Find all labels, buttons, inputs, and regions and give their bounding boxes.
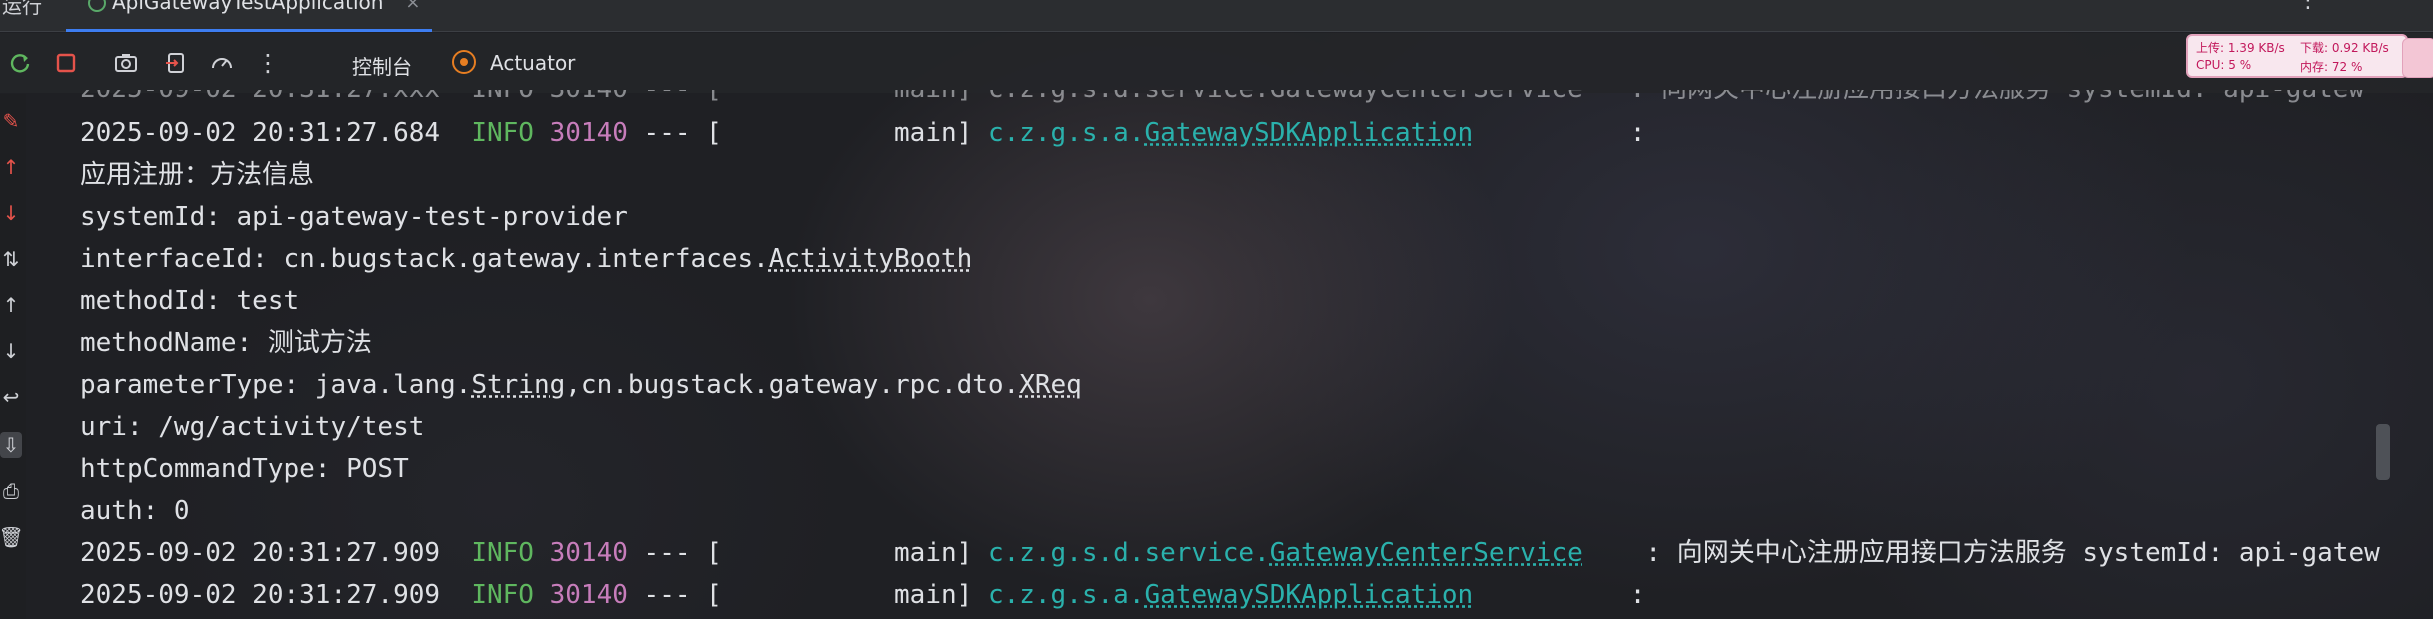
pen-icon[interactable]: ✎ [0,108,22,134]
more-options-icon[interactable]: ⋮ [2297,0,2319,13]
console-line: methodId: test [80,286,300,316]
run-tool-window-label: 运行 [2,0,42,18]
tab-api-gateway-test-application[interactable]: ApiGatewayTestApplication × [66,0,432,32]
download-speed: 下载: 0.92 KB/s [2300,41,2389,55]
print-icon[interactable]: ⎙ [0,478,22,504]
run-tab-bar: 运行 ApiGatewayTestApplication × ⋮ [0,0,2433,32]
console-line: parameterType: java.lang.String,cn.bugst… [80,370,1082,400]
tab-title: ApiGatewayTestApplication [112,0,384,14]
console-output[interactable]: 2025-09-02 20:31:27.xxx INFO 30140 --- [… [80,70,2400,619]
scroll-up-icon[interactable]: ↑ [0,292,22,318]
console-line: auth: 0 [80,496,190,526]
console-line-partial: 2025-09-02 20:31:27.xxx INFO 30140 --- [… [80,74,2365,104]
console-side-toolbar: ✎ ↑ ↓ ⇅ ↑ ↓ ↩ ⇩ ⎙ 🗑 [0,94,26,619]
widget-avatar [2402,38,2433,78]
upload-speed: 上传: 1.39 KB/s [2196,41,2285,55]
close-icon[interactable]: × [405,0,420,13]
sort-icon[interactable]: ⇅ [0,246,22,272]
console-line: 2025-09-02 20:31:27.909 INFO 30140 --- [… [80,538,2380,568]
console-line: 2025-09-02 20:31:27.684 INFO 30140 --- [… [80,118,1646,148]
console-line: interfaceId: cn.bugstack.gateway.interfa… [80,244,973,274]
scroll-down-icon[interactable]: ↓ [0,338,22,364]
console-line: httpCommandType: POST [80,454,409,484]
stop-button[interactable] [50,47,82,79]
console-line: uri: /wg/activity/test [80,412,425,442]
stop-icon [56,53,76,73]
arrow-up-icon[interactable]: ↑ [0,154,22,180]
rerun-icon [10,54,30,73]
trash-icon[interactable]: 🗑 [0,524,24,550]
console-line: 2025-09-02 20:31:27.909 INFO 30140 --- [… [80,580,1646,610]
soft-wrap-icon[interactable]: ↩ [0,384,22,410]
rerun-button[interactable] [4,47,36,79]
spring-run-icon [88,0,106,12]
console-line: systemId: api-gateway-test-provider [80,202,628,232]
console-scrollbar[interactable] [2376,424,2390,480]
scroll-to-end-icon[interactable]: ⇩ [0,432,22,458]
arrow-down-icon[interactable]: ↓ [0,200,22,226]
console-line: 应用注册：方法信息 [80,160,315,190]
console-line: methodName: 测试方法 [80,328,372,358]
